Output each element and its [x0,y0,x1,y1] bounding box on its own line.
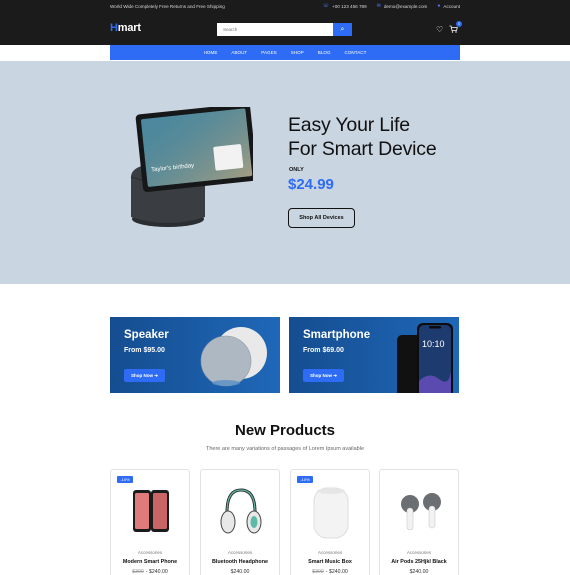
product-prices: $240.00 [380,569,458,575]
product-name[interactable]: Modern Smart Phone [111,559,189,565]
product-category: Accessories [317,550,343,555]
banner-title: Smartphone [303,329,371,341]
product-name[interactable]: Bluetooth Headphone [201,559,279,565]
hero-price: $24.99 [288,176,334,193]
user-icon: ● [437,3,441,9]
search-input[interactable] [217,23,333,36]
top-bar-contacts: ☏ +00 123 456 789 ✉ demo@example.com ● A… [323,3,460,9]
nav-shop[interactable]: SHOP [284,50,311,55]
product-image [133,490,169,532]
discount-badge: -10% [297,476,313,483]
old-price: $300 [312,569,324,575]
shipping-notice: World Wide Completely Free Returns and F… [110,4,225,9]
nav-pages[interactable]: PAGES [254,50,284,55]
main-nav: HOME ABOUT PAGES SHOP BLOG CONTACT [110,45,460,60]
speaker-image [200,327,267,387]
product-category: Accessories [227,550,253,555]
header-icons: ♡ 0 [436,21,463,35]
nav-blog[interactable]: BLOG [311,50,338,55]
mail-icon: ✉ [376,3,381,9]
product-image [401,493,441,531]
smartphone-image: 10:10 [397,323,453,393]
price: $240.00 [230,569,250,575]
smartphone-banner[interactable]: Smartphone From $69.00 Shop Now ➜ 10:10 [289,317,459,393]
product-prices: $300- $240.00 [312,569,348,575]
product-name[interactable]: Air Pods 25Hjkl Black [380,559,458,565]
site-logo[interactable]: Hmart [110,22,141,34]
heart-icon[interactable]: ♡ [436,25,443,35]
logo-text: mart [117,22,141,34]
cart-icon[interactable]: 0 [449,21,463,35]
speaker-banner[interactable]: Speaker From $95.00 Shop Now ➜ [110,317,280,393]
hero-banner: Taylor's birthday Easy Your Life For Smar… [0,61,570,284]
site-header: Hmart ⌕ ♡ 0 [0,14,570,45]
price: $240.00 [328,569,348,575]
price: $240.00 [148,569,168,575]
shop-now-button[interactable]: Shop Now ➜ [124,369,165,382]
phone-icon: ☏ [322,3,330,9]
nav-home[interactable]: HOME [197,50,225,55]
email-address: demo@example.com [383,3,428,9]
nav-about[interactable]: ABOUT [224,50,254,55]
banner-price: From $95.00 [124,347,165,354]
shop-all-devices-button[interactable]: Shop All Devices [288,208,355,228]
shop-now-label: Shop Now [130,372,153,378]
product-category: Accessories [137,550,163,555]
phone-link[interactable]: ☏ +00 123 456 789 [323,3,367,9]
new-products-subtitle: There are many variations of passages of… [205,446,365,452]
product-image [220,488,262,534]
logo-letter: H [110,22,118,34]
arrow-right-icon: ➜ [333,372,338,378]
banner-title: Speaker [124,329,169,341]
product-card[interactable]: -10% Accessories Modern Smart Phone $300… [110,469,190,575]
product-prices: $240.00 [201,569,279,575]
search-button[interactable]: ⌕ [333,23,352,36]
new-products-title: New Products [234,422,336,439]
account-link[interactable]: ● Account [437,3,460,9]
product-category: Accessories [406,550,432,555]
product-card[interactable]: Accessories Bluetooth Headphone $240.00 [200,469,280,575]
old-price: $300 [132,569,144,575]
price: $240.00 [409,569,429,575]
smart-display-image: Taylor's birthday [130,107,253,227]
product-card[interactable]: -10% Accessories Smart Music Box $300- $… [290,469,370,575]
product-prices: $300- $240.00 [132,569,168,575]
hero-only-label: ONLY [289,167,304,173]
product-card[interactable]: Accessories Air Pods 25Hjkl Black $240.0… [379,469,459,575]
shop-now-label: Shop Now [309,372,332,378]
phone-screen-time: 10:10 [422,339,445,349]
nav-contact[interactable]: CONTACT [338,50,374,55]
search-icon: ⌕ [340,26,345,33]
search-bar: ⌕ [217,23,352,36]
hero-title: Easy Your Life For Smart Device [288,113,437,161]
product-name[interactable]: Smart Music Box [291,559,369,565]
account-label: Account [443,3,460,9]
hero-title-line1: Easy Your Life [288,114,410,136]
arrow-right-icon: ➜ [154,372,159,378]
email-link[interactable]: ✉ demo@example.com [377,3,428,9]
phone-number: +00 123 456 789 [332,3,367,9]
discount-badge: -10% [117,476,133,483]
hero-title-line2: For Smart Device [288,138,437,160]
banner-price: From $69.00 [303,347,344,354]
shop-now-button[interactable]: Shop Now ➜ [303,369,344,382]
top-bar: World Wide Completely Free Returns and F… [0,0,570,14]
product-image [313,487,349,539]
cart-count-badge: 0 [456,21,463,27]
